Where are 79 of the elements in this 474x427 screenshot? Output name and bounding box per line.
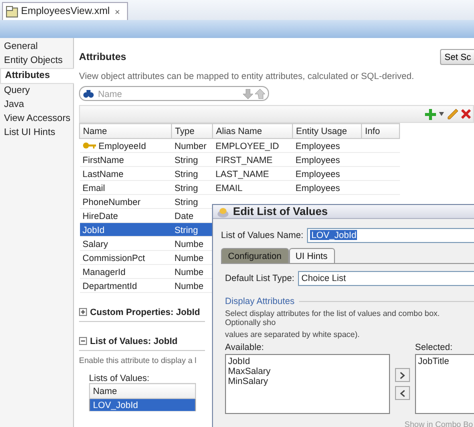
table-cell: FIRST_NAME — [212, 152, 292, 166]
help-text: Select display attributes for the list of values and combo box. Optionally sho — [225, 309, 441, 327]
add-button[interactable] — [395, 368, 410, 382]
nav-item[interactable]: Attributes — [0, 68, 74, 84]
caret-icon[interactable] — [439, 112, 444, 116]
table-cell[interactable]: PhoneNumber — [80, 194, 172, 208]
list-item[interactable]: JobId — [228, 356, 387, 366]
column-header[interactable]: Entity Usage — [292, 124, 362, 138]
column-header[interactable]: Info — [362, 124, 400, 138]
remove-button[interactable] — [395, 386, 410, 400]
list-item[interactable]: MaxSalary — [228, 366, 387, 376]
search-input[interactable]: Name — [98, 88, 239, 98]
nav-item[interactable]: List UI Hints — [0, 126, 73, 140]
table-cell: String — [172, 222, 212, 236]
editor-tab[interactable]: EmployeesView.xml × — [2, 2, 128, 20]
table-cell: String — [172, 180, 212, 194]
table-cell[interactable]: EmployeeId — [80, 138, 172, 152]
dialog-tab[interactable]: UI Hints — [288, 248, 335, 263]
field-label: Default List Type: — [225, 273, 294, 283]
section-heading: Custom Properties: JobId — [90, 307, 200, 317]
list-label: Selected: — [415, 342, 454, 352]
list-label: Available: — [225, 342, 265, 352]
table-cell: Employees — [292, 152, 362, 166]
list-item[interactable]: MinSalary — [228, 376, 387, 386]
xml-file-icon — [6, 6, 18, 18]
description-text: Enable this attribute to display a l — [79, 356, 196, 365]
nav-item[interactable]: View Accessors — [0, 112, 73, 126]
help-text: values are separated by white space). — [225, 330, 361, 339]
list-type-dropdown[interactable]: Choice List — [298, 270, 474, 286]
key-icon — [82, 142, 96, 149]
table-cell[interactable]: LastName — [80, 166, 172, 180]
collapse-icon[interactable] — [79, 337, 87, 345]
group-title: Display Attributes — [225, 296, 295, 306]
down-up-arrows-icon — [243, 88, 265, 98]
table-cell: Employees — [292, 180, 362, 194]
table-cell[interactable]: DepartmentId — [80, 278, 172, 292]
set-button[interactable]: Set Sc — [440, 49, 474, 65]
chevron-left-icon — [400, 390, 405, 396]
table-cell[interactable]: Salary — [80, 236, 172, 250]
chevron-right-icon — [400, 372, 405, 378]
pencil-icon[interactable] — [447, 108, 458, 120]
column-header[interactable]: Alias Name — [212, 124, 292, 138]
list-item[interactable]: JobTitle — [418, 356, 472, 366]
close-icon[interactable]: × — [112, 6, 122, 16]
dialog-tab[interactable]: Configuration — [221, 248, 289, 263]
search-field[interactable]: Name — [79, 86, 269, 101]
expand-icon[interactable] — [79, 308, 87, 316]
table-cell: LAST_NAME — [212, 166, 292, 180]
dialog-title: Edit List of Values — [233, 206, 328, 218]
table-cell: String — [172, 152, 212, 166]
nav-item[interactable]: Entity Objects — [0, 54, 73, 68]
table-cell[interactable]: Email — [80, 180, 172, 194]
table-cell[interactable]: FirstName — [80, 152, 172, 166]
table-cell[interactable]: ManagerId — [80, 264, 172, 278]
field-label: List of Values Name: — [221, 230, 304, 240]
list-item[interactable]: LOV_JobId — [90, 398, 196, 412]
table-cell: String — [172, 166, 212, 180]
description-text: View object attributes can be mapped to entity attributes, calculated or SQL-derived. — [79, 71, 416, 81]
nav-item[interactable]: General — [0, 40, 73, 54]
table-cell: Number — [172, 138, 212, 152]
nav-item[interactable]: Query — [0, 84, 73, 98]
binoculars-icon — [83, 89, 94, 98]
name-field[interactable]: LOV_JobId — [307, 228, 474, 242]
table-cell[interactable]: CommissionPct — [80, 250, 172, 264]
table-cell: Employees — [292, 166, 362, 180]
table-cell: Employees — [292, 138, 362, 152]
table-cell[interactable]: JobId — [80, 222, 172, 236]
section-title: Attributes — [79, 52, 126, 62]
delete-icon[interactable] — [461, 109, 471, 119]
column-header[interactable]: Type — [172, 124, 212, 138]
list-label: Lists of Values: — [89, 373, 150, 383]
column-header[interactable]: Name — [80, 124, 172, 138]
table-cell: EMAIL — [212, 180, 292, 194]
column-header: Name — [90, 384, 196, 398]
add-icon[interactable] — [425, 108, 436, 120]
table-cell: EMPLOYEE_ID — [212, 138, 292, 152]
section-heading: List of Values: JobId — [90, 336, 178, 346]
combo-label: Show in Combo Bo — [404, 420, 474, 427]
nav-item[interactable]: Java — [0, 98, 73, 112]
